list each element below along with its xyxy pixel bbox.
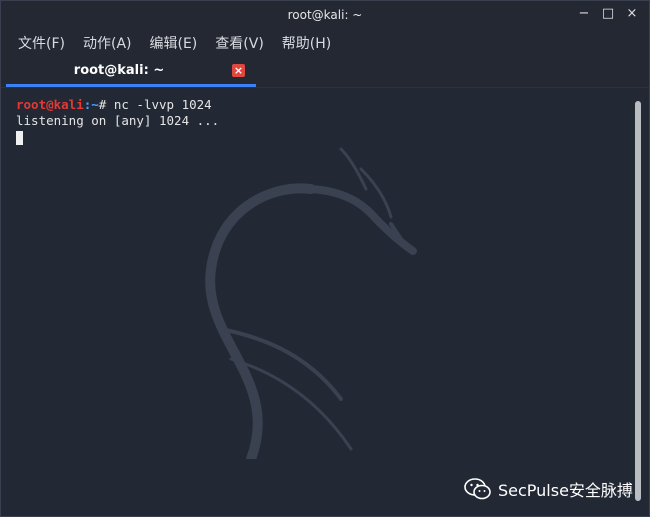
tab-close-button[interactable]: × <box>232 64 245 77</box>
menu-action[interactable]: 动作(A) <box>74 33 141 53</box>
watermark-text: SecPulse安全脉搏 <box>498 481 633 500</box>
menu-bar: 文件(F) 动作(A) 编辑(E) 查看(V) 帮助(H) <box>1 29 649 57</box>
watermark: SecPulse安全脉搏 <box>464 477 633 501</box>
close-button[interactable]: × <box>623 5 641 23</box>
window-controls: − □ × <box>575 5 641 23</box>
window-title: root@kali: ~ <box>287 8 363 22</box>
terminal-window: root@kali: ~ − □ × 文件(F) 动作(A) 编辑(E) 查看(… <box>0 0 650 517</box>
prompt-user: root@kali <box>16 97 84 112</box>
output-line: listening on [any] 1024 ... <box>16 113 220 128</box>
cursor-line <box>16 129 219 145</box>
scrollbar[interactable] <box>635 101 641 501</box>
maximize-button[interactable]: □ <box>599 5 617 23</box>
terminal-area[interactable]: root@kali:~# nc -lvvp 1024 listening on [… <box>1 89 649 516</box>
tab-label: root@kali: ~ <box>73 63 165 78</box>
menu-help[interactable]: 帮助(H) <box>273 33 340 53</box>
wechat-icon <box>464 478 491 500</box>
prompt-line: root@kali:~# nc -lvvp 1024 <box>16 97 219 113</box>
title-bar[interactable]: root@kali: ~ − □ × <box>1 1 649 29</box>
tab-bar: root@kali: ~ × <box>1 57 649 88</box>
menu-view[interactable]: 查看(V) <box>206 33 273 53</box>
prompt-path: :~ <box>83 97 99 112</box>
terminal-output: root@kali:~# nc -lvvp 1024 listening on [… <box>16 97 219 145</box>
menu-file[interactable]: 文件(F) <box>9 33 74 53</box>
minimize-button[interactable]: − <box>575 5 593 23</box>
tab-root-kali[interactable]: root@kali: ~ × <box>6 57 256 87</box>
text-cursor <box>16 130 23 145</box>
menu-edit[interactable]: 编辑(E) <box>141 33 207 53</box>
prompt-symbol: # <box>98 97 114 112</box>
kali-dragon-watermark <box>205 147 417 459</box>
command-text: nc -lvvp 1024 <box>113 97 212 112</box>
